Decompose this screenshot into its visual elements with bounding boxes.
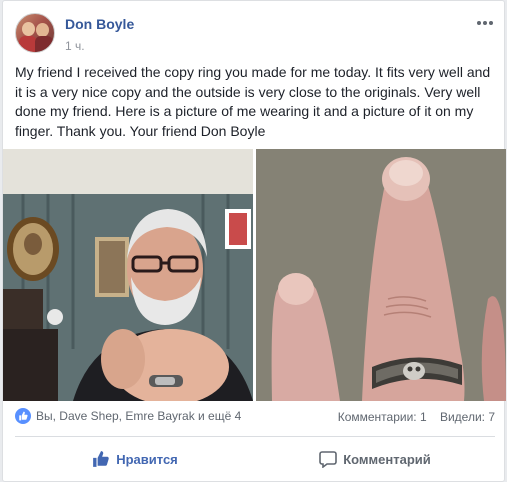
photo-man-wearing-ring[interactable] — [3, 149, 253, 401]
post-text: My friend I received the copy ring you m… — [15, 64, 491, 139]
facebook-post: Don Boyle 1 ч. My friend I received the … — [2, 0, 506, 482]
actions-divider — [15, 436, 495, 437]
author-name[interactable]: Don Boyle — [65, 16, 134, 32]
views-count[interactable]: Видели: 7 — [440, 410, 495, 424]
post-timestamp[interactable]: 1 ч. — [65, 39, 85, 53]
photo-ring-on-finger[interactable] — [256, 149, 506, 401]
reactions-summary[interactable]: Вы, Dave Shep, Emre Bayrak и ещё 4 — [15, 408, 241, 424]
reactions-text: Вы, Dave Shep, Emre Bayrak и ещё 4 — [36, 409, 242, 423]
post-stats: Вы, Dave Shep, Emre Bayrak и ещё 4 Комме… — [15, 408, 495, 428]
like-button-label: Нравится — [116, 451, 178, 467]
post-photos — [3, 149, 506, 401]
post-actions: Нравится Комментарий — [15, 441, 495, 477]
thumbs-up-icon — [15, 408, 31, 424]
comment-button[interactable]: Комментарий — [255, 441, 495, 477]
like-button[interactable]: Нравится — [15, 441, 255, 477]
avatar[interactable] — [15, 13, 55, 53]
post-header: Don Boyle 1 ч. — [15, 13, 495, 57]
thumbs-up-icon — [93, 451, 109, 467]
comment-button-label: Комментарий — [343, 451, 431, 467]
post-counts: Комментарии: 1 Видели: 7 — [328, 410, 495, 424]
speech-bubble-icon — [319, 451, 338, 468]
more-options-icon[interactable] — [475, 15, 495, 31]
comments-count[interactable]: Комментарии: 1 — [338, 410, 427, 424]
